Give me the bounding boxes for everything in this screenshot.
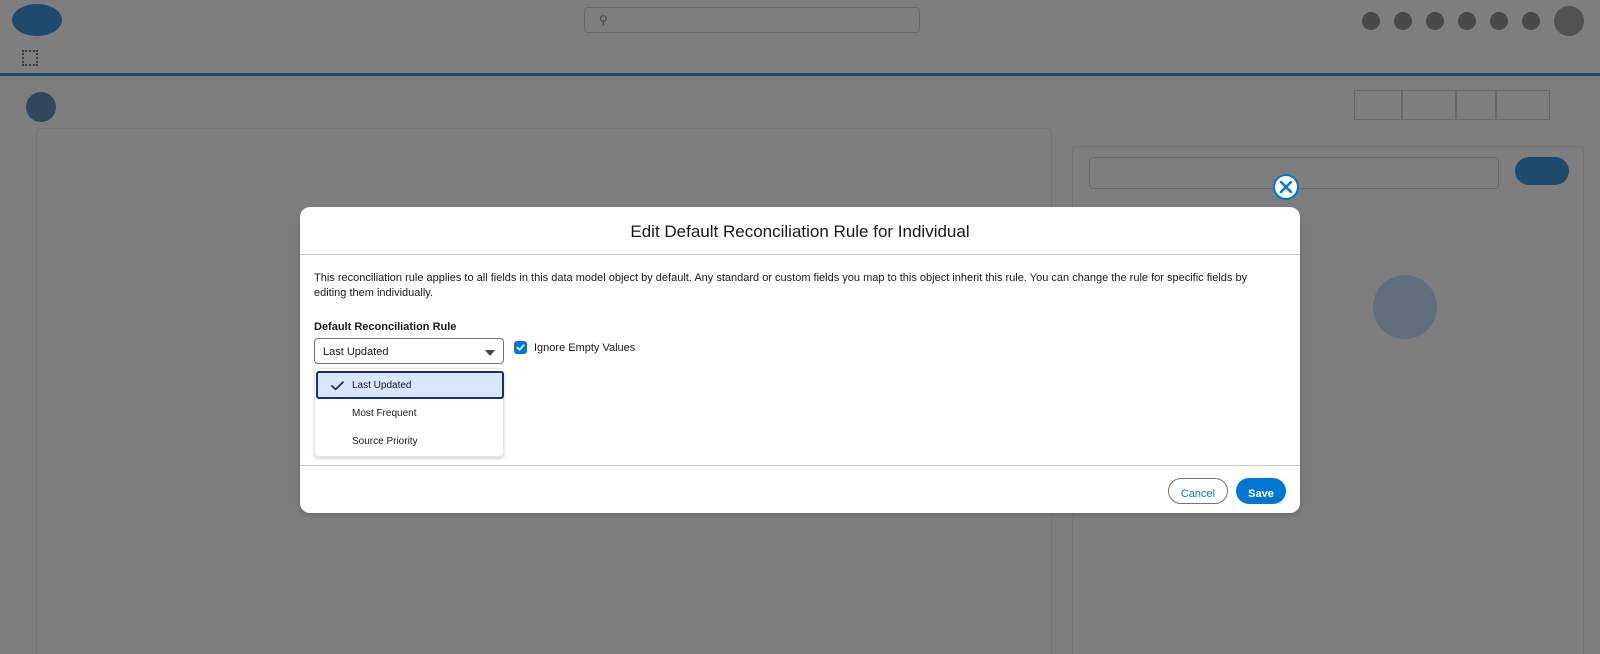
cancel-button[interactable]: Cancel <box>1168 478 1228 504</box>
combobox-value: Last Updated <box>323 346 389 358</box>
close-icon <box>1279 180 1293 194</box>
modal-description: This reconciliation rule applies to all … <box>314 272 1248 299</box>
save-button[interactable]: Save <box>1236 478 1286 504</box>
edit-reconciliation-rule-modal: Edit Default Reconciliation Rule for Ind… <box>300 207 1300 513</box>
ignore-empty-values-field: Ignore Empty Values <box>514 341 635 354</box>
option-last-updated[interactable]: Last Updated <box>316 371 504 399</box>
checkbox-checked-icon <box>516 344 525 351</box>
option-label: Last Updated <box>352 380 412 391</box>
option-most-frequent[interactable]: Most Frequent <box>315 399 505 427</box>
option-label: Source Priority <box>352 436 418 447</box>
ignore-empty-values-checkbox[interactable] <box>514 341 527 354</box>
option-label: Most Frequent <box>352 408 417 419</box>
ignore-empty-values-label: Ignore Empty Values <box>534 341 636 354</box>
rule-options-listbox: Last Updated Most Frequent Source Priori… <box>314 368 504 457</box>
default-rule-combobox[interactable]: Last Updated <box>314 338 504 364</box>
modal-footer: Cancel Save <box>300 465 1300 513</box>
check-icon <box>331 381 344 391</box>
modal-body: This reconciliation rule applies to all … <box>314 271 1286 457</box>
chevron-down-icon <box>485 350 495 356</box>
default-rule-label: Default Reconciliation Rule <box>314 321 457 333</box>
modal-title: Edit Default Reconciliation Rule for Ind… <box>300 207 1300 255</box>
option-source-priority[interactable]: Source Priority <box>315 427 505 455</box>
close-modal-button[interactable] <box>1273 174 1299 200</box>
